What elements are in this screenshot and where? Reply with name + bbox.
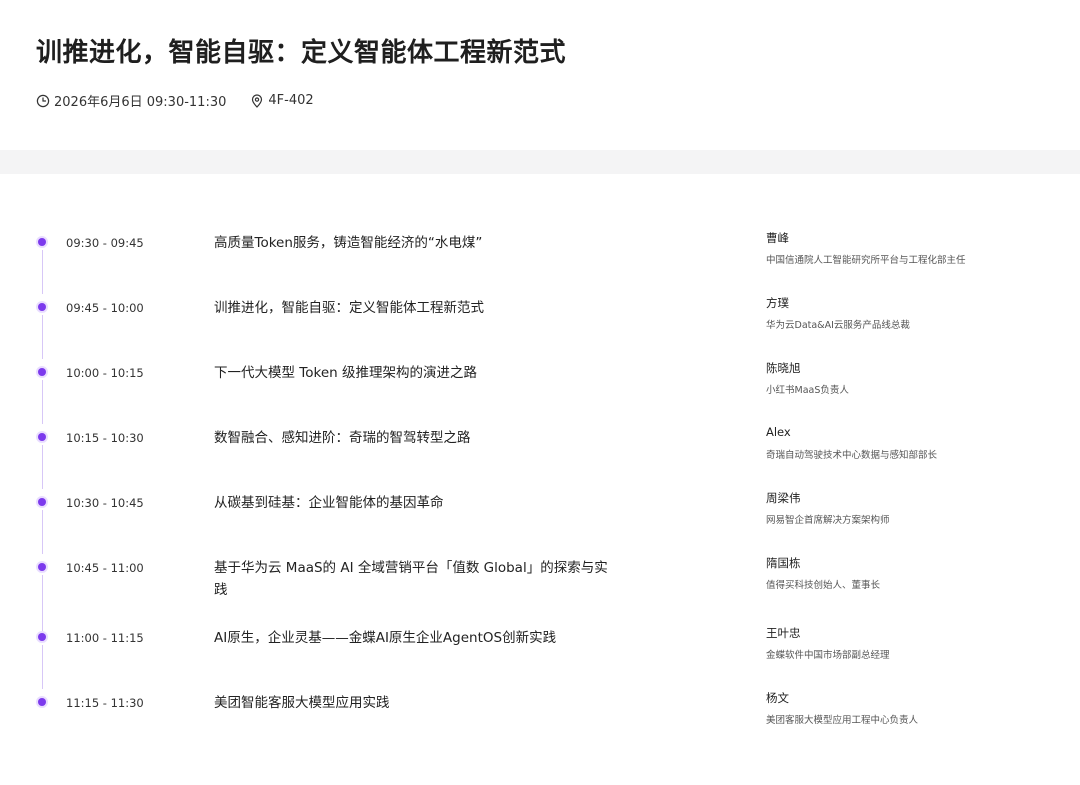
timeline-dot <box>38 433 46 441</box>
location-pin-icon <box>250 93 264 108</box>
agenda-topic[interactable]: 从碳基到硅基：企业智能体的基因革命 <box>214 492 614 514</box>
agenda-time: 11:00 - 11:15 <box>66 631 144 645</box>
timeline-dot <box>38 303 46 311</box>
agenda-topic[interactable]: 基于华为云 MaaS的 AI 全域营销平台「值数 Global」的探索与实践 <box>214 557 614 601</box>
timeline-line <box>41 380 43 424</box>
speaker-role: 华为云Data&AI云服务产品线总裁 <box>766 320 910 331</box>
section-divider <box>0 150 1080 174</box>
timeline-dot <box>38 698 46 706</box>
speaker-name: 周梁伟 <box>766 491 801 505</box>
timeline-dot <box>38 368 46 376</box>
agenda-time: 10:15 - 10:30 <box>66 431 144 445</box>
timeline-dot <box>38 498 46 506</box>
speaker-name: Alex <box>766 425 791 439</box>
speaker-role: 金蝶软件中国市场部副总经理 <box>766 650 890 661</box>
speaker-name: 方璞 <box>766 296 789 310</box>
clock-icon <box>36 94 50 108</box>
speaker-name: 杨文 <box>766 691 789 705</box>
timeline-line <box>41 575 43 631</box>
agenda-topic[interactable]: 数智融合、感知进阶：奇瑞的智驾转型之路 <box>214 427 614 449</box>
speaker-name: 隋国栋 <box>766 556 801 570</box>
session-header: 训推进化，智能自驱：定义智能体工程新范式 2026年6月6日 09:30-11:… <box>0 0 1080 150</box>
timeline-dot <box>38 563 46 571</box>
speaker-name: 陈晓旭 <box>766 361 801 375</box>
session-meta: 2026年6月6日 09:30-11:30 4F-402 <box>36 91 314 110</box>
timeline-line <box>41 510 43 554</box>
timeline-line <box>41 445 43 489</box>
agenda-time: 09:30 - 09:45 <box>66 236 144 250</box>
session-datetime: 2026年6月6日 09:30-11:30 <box>54 95 227 110</box>
page-title: 训推进化，智能自驱：定义智能体工程新范式 <box>36 38 567 68</box>
agenda-time: 10:00 - 10:15 <box>66 366 144 380</box>
agenda-topic[interactable]: 美团智能客服大模型应用实践 <box>214 692 614 714</box>
agenda-time: 11:15 - 11:30 <box>66 696 144 710</box>
timeline-dot <box>38 238 46 246</box>
timeline-line <box>41 315 43 359</box>
agenda-timeline: 09:30 - 09:45 高质量Token服务，铸造智能经济的“水电煤” 曹峰… <box>0 174 1080 785</box>
session-location: 4F-402 <box>268 93 314 108</box>
speaker-role: 网易智企首席解决方案架构师 <box>766 515 890 526</box>
timeline-line <box>41 250 43 294</box>
timeline-dot <box>38 633 46 641</box>
agenda-time: 10:30 - 10:45 <box>66 496 144 510</box>
agenda-topic[interactable]: 训推进化，智能自驱：定义智能体工程新范式 <box>214 297 614 319</box>
speaker-role: 中国信通院人工智能研究所平台与工程化部主任 <box>766 255 966 266</box>
speaker-role: 奇瑞自动驾驶技术中心数据与感知部部长 <box>766 450 938 461</box>
agenda-topic[interactable]: 下一代大模型 Token 级推理架构的演进之路 <box>214 362 614 384</box>
speaker-role: 值得买科技创始人、董事长 <box>766 580 881 591</box>
timeline-line <box>41 645 43 689</box>
speaker-role: 美团客服大模型应用工程中心负责人 <box>766 715 919 726</box>
agenda-time: 09:45 - 10:00 <box>66 301 144 315</box>
speaker-name: 曹峰 <box>766 231 789 245</box>
agenda-topic[interactable]: AI原生，企业灵基——金蝶AI原生企业AgentOS创新实践 <box>214 627 614 649</box>
speaker-name: 王叶忠 <box>766 626 801 640</box>
agenda-time: 10:45 - 11:00 <box>66 561 144 575</box>
speaker-role: 小红书MaaS负责人 <box>766 385 849 396</box>
agenda-topic[interactable]: 高质量Token服务，铸造智能经济的“水电煤” <box>214 232 614 254</box>
